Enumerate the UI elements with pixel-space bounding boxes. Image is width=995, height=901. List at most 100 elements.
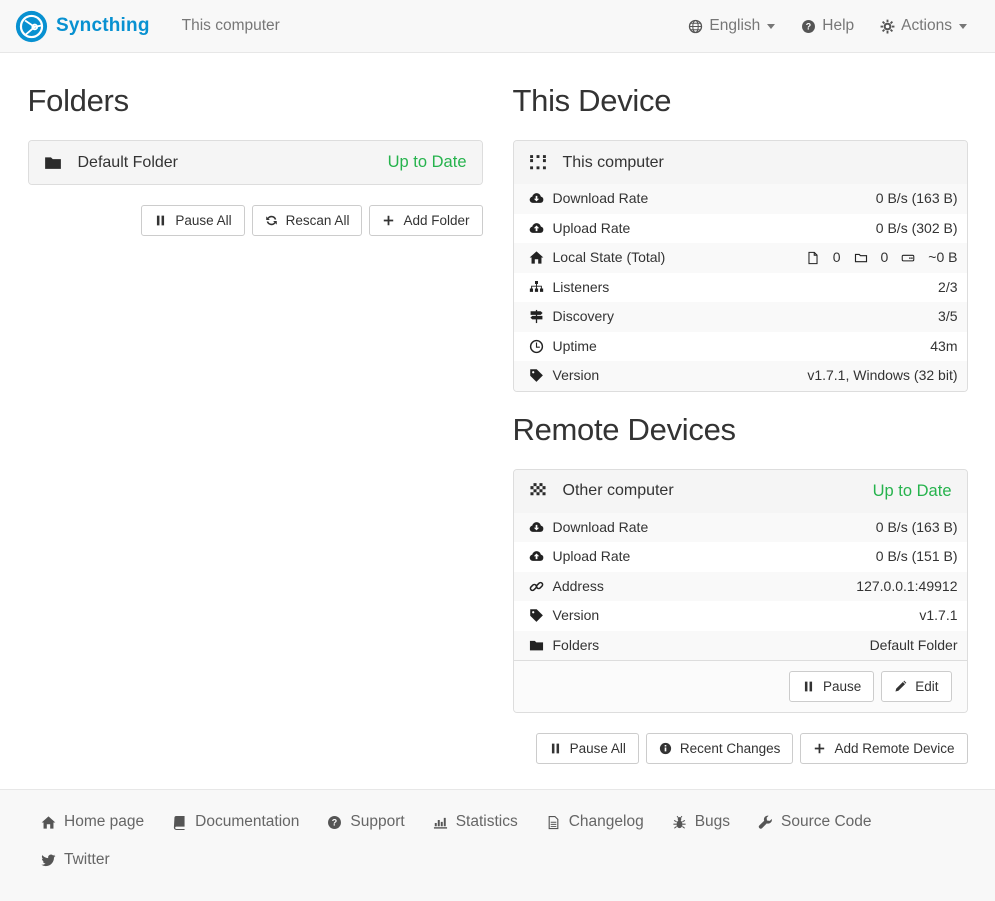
footer-link-changelog[interactable]: Changelog: [532, 803, 658, 841]
link-icon: [529, 579, 544, 594]
rescan-all-button[interactable]: Rescan All: [252, 205, 363, 236]
table-row: Local State (Total) 0 0 ~0 B: [514, 243, 967, 273]
footer-link-label: Changelog: [569, 813, 644, 831]
book-icon: [172, 815, 187, 830]
devices-section: This Device This computer Download Rate …: [498, 83, 983, 764]
folders-section: Folders Default Folder Up to Date Pause …: [13, 83, 498, 236]
folder-panel-header[interactable]: Default Folder Up to Date: [29, 141, 482, 184]
hdd-icon: [901, 251, 915, 265]
row-label: Address: [553, 577, 604, 597]
button-label: Edit: [915, 678, 938, 695]
actions-menu[interactable]: Actions: [867, 2, 980, 50]
button-label: Add Remote Device: [834, 740, 954, 757]
syncthing-brand[interactable]: Syncthing: [15, 10, 150, 43]
chevron-down-icon: [767, 24, 775, 29]
folder-outline-icon: [854, 251, 868, 265]
table-row: Version v1.7.1: [514, 601, 967, 631]
this-device-title: This Device: [513, 83, 968, 119]
tag-icon: [529, 368, 544, 383]
button-label: Pause All: [175, 212, 231, 229]
row-value: v1.7.1, Windows (32 bit): [807, 366, 957, 386]
language-menu-label: English: [709, 17, 760, 35]
footer-link-home-page[interactable]: Home page: [27, 803, 158, 841]
footer-link-label: Documentation: [195, 813, 299, 831]
gear-icon: [880, 19, 895, 34]
button-label: Rescan All: [286, 212, 350, 229]
row-value: 127.0.0.1:49912: [856, 577, 957, 597]
pencil-icon: [894, 680, 907, 693]
wrench-icon: [758, 815, 773, 830]
folder-panel: Default Folder Up to Date: [28, 140, 483, 185]
footer-link-label: Bugs: [695, 813, 730, 831]
folders-actions: Pause All Rescan All Add Folder: [28, 205, 483, 236]
folder-icon: [529, 638, 544, 653]
recent-changes-button[interactable]: Recent Changes: [646, 733, 794, 764]
remote-device-panel: Other computer Up to Date Download Rate …: [513, 469, 968, 714]
twitter-icon: [41, 853, 56, 868]
footer-link-documentation[interactable]: Documentation: [158, 803, 313, 841]
row-label: Uptime: [553, 337, 597, 357]
table-row: Upload Rate 0 B/s (302 B): [514, 214, 967, 244]
this-device-panel-header[interactable]: This computer: [514, 141, 967, 184]
row-value: 0 B/s (151 B): [876, 547, 958, 567]
row-value: 0 B/s (163 B): [876, 518, 958, 538]
row-label: Folders: [553, 636, 600, 656]
pause-icon: [802, 680, 815, 693]
pause-all-devices-button[interactable]: Pause All: [536, 733, 639, 764]
home-icon: [41, 815, 56, 830]
actions-menu-label: Actions: [901, 17, 952, 35]
files-count: 0: [833, 248, 841, 268]
bar-chart-icon: [433, 815, 448, 830]
button-label: Recent Changes: [680, 740, 781, 757]
plus-icon: [813, 742, 826, 755]
device-identicon-icon: [529, 154, 547, 172]
table-row: Folders Default Folder: [514, 631, 967, 661]
remote-device-panel-footer: Pause Edit: [514, 660, 967, 712]
footer-link-statistics[interactable]: Statistics: [419, 803, 532, 841]
remote-devices-actions: Pause All Recent Changes Add Remote Devi…: [513, 733, 968, 764]
pause-icon: [549, 742, 562, 755]
remote-device-name: Other computer: [563, 482, 861, 500]
cloud-download-icon: [529, 191, 544, 206]
table-row: Version v1.7.1, Windows (32 bit): [514, 361, 967, 391]
remote-device-panel-header[interactable]: Other computer Up to Date: [514, 470, 967, 513]
row-label: Version: [553, 366, 600, 386]
this-device-table: Download Rate 0 B/s (163 B) Upload Rate …: [514, 184, 967, 391]
table-row: Listeners 2/3: [514, 273, 967, 303]
changelog-icon: [546, 815, 561, 830]
footer-link-source-code[interactable]: Source Code: [744, 803, 885, 841]
cloud-upload-icon: [529, 549, 544, 564]
row-value: 43m: [930, 337, 957, 357]
add-remote-device-button[interactable]: Add Remote Device: [800, 733, 967, 764]
row-label: Local State (Total): [553, 248, 666, 268]
add-folder-button[interactable]: Add Folder: [369, 205, 482, 236]
row-value: Default Folder: [870, 636, 958, 656]
globe-icon: [688, 19, 703, 34]
folders-title: Folders: [28, 83, 483, 119]
info-circle-icon: [659, 742, 672, 755]
row-label: Discovery: [553, 307, 614, 327]
row-label: Version: [553, 606, 600, 626]
this-device-panel: This computer Download Rate 0 B/s (163 B…: [513, 140, 968, 392]
footer-link-support[interactable]: Support: [313, 803, 418, 841]
cloud-upload-icon: [529, 221, 544, 236]
footer-link-bugs[interactable]: Bugs: [658, 803, 744, 841]
row-label: Upload Rate: [553, 547, 631, 567]
row-value: 0 B/s (302 B): [876, 219, 958, 239]
row-label: Listeners: [553, 278, 610, 298]
row-value: v1.7.1: [919, 606, 957, 626]
language-menu[interactable]: English: [675, 2, 788, 50]
row-label: Download Rate: [553, 189, 649, 209]
pause-all-folders-button[interactable]: Pause All: [141, 205, 244, 236]
help-menu[interactable]: Help: [788, 2, 867, 50]
row-label: Upload Rate: [553, 219, 631, 239]
help-menu-label: Help: [822, 17, 854, 35]
main-content: Folders Default Folder Up to Date Pause …: [13, 53, 983, 767]
edit-device-button[interactable]: Edit: [881, 671, 951, 702]
footer-link-twitter[interactable]: Twitter: [27, 841, 124, 879]
navbar-device-name: This computer: [182, 17, 280, 35]
pause-device-button[interactable]: Pause: [789, 671, 874, 702]
remote-device-table: Download Rate 0 B/s (163 B) Upload Rate …: [514, 513, 967, 661]
footer-link-label: Twitter: [64, 851, 110, 869]
footer-links-row2: Twitter: [27, 841, 968, 879]
